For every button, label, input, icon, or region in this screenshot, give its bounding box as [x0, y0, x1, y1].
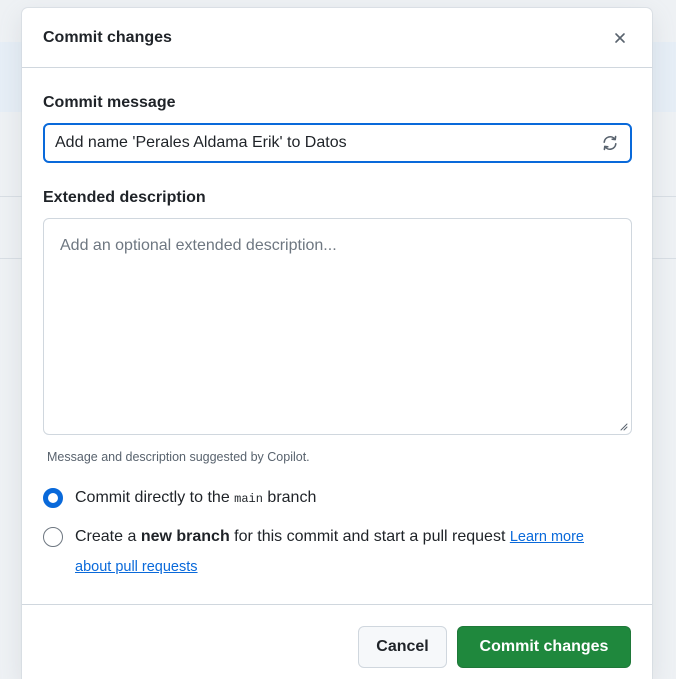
commit-message-field: [43, 123, 632, 163]
dialog-title: Commit changes: [43, 28, 172, 46]
extended-description-wrap: [43, 218, 632, 435]
new-branch-text: Create a: [75, 528, 141, 545]
regenerate-message-button[interactable]: [600, 133, 620, 153]
commit-dialog: Commit changes Commit message Extended d…: [22, 8, 652, 679]
dialog-header: Commit changes: [22, 8, 652, 68]
cancel-button[interactable]: Cancel: [358, 626, 447, 668]
new-branch-option[interactable]: Create a new branch for this commit and …: [43, 527, 631, 582]
sync-icon: [603, 135, 617, 151]
close-icon: [615, 32, 625, 43]
dialog-footer: Cancel Commit changes: [22, 604, 652, 679]
new-branch-radio[interactable]: [43, 527, 63, 547]
commit-message-input[interactable]: [45, 125, 630, 161]
commit-direct-radio[interactable]: [43, 488, 63, 508]
new-branch-bold: new branch: [140, 528, 230, 545]
commit-changes-button[interactable]: Commit changes: [457, 626, 631, 668]
new-branch-label[interactable]: Create a new branch for this commit and …: [75, 522, 615, 582]
close-button[interactable]: [608, 26, 632, 50]
commit-message-label: Commit message: [43, 94, 176, 111]
extended-description-label: Extended description: [43, 189, 206, 206]
branch-name: main: [234, 492, 263, 506]
dialog-body: Commit message Extended description Mess…: [22, 68, 652, 582]
commit-direct-option[interactable]: Commit directly to the main branch: [43, 488, 631, 509]
commit-direct-text: Commit directly to the: [75, 489, 235, 506]
copilot-hint: Message and description suggested by Cop…: [47, 450, 310, 464]
commit-direct-suffix: branch: [262, 489, 317, 506]
extended-description-textarea[interactable]: [43, 218, 632, 435]
new-branch-suffix: for this commit and start a pull request: [229, 528, 510, 545]
commit-direct-label[interactable]: Commit directly to the main branch: [75, 488, 316, 509]
